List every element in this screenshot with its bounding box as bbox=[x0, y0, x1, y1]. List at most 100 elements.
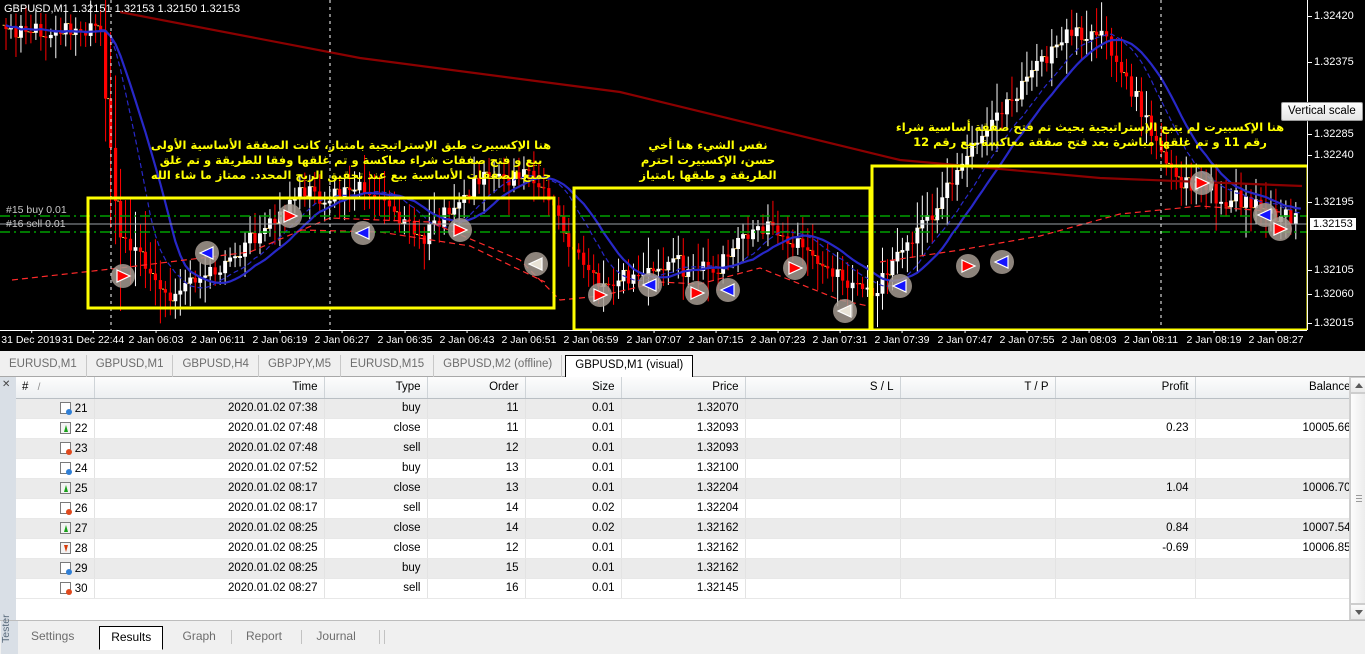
results-vertical-scrollbar[interactable] bbox=[1349, 377, 1365, 620]
tick-mark bbox=[1027, 330, 1028, 333]
horizontal-time-scale[interactable]: 31 Dec 201931 Dec 22:442 Jan 06:032 Jan … bbox=[0, 330, 1307, 351]
order-label-16: #16 sell 0.01 bbox=[6, 218, 66, 230]
cell-tp bbox=[900, 518, 1055, 538]
table-row[interactable]: 262020.01.02 08:17sell140.021.32204 bbox=[16, 498, 1357, 518]
table-row[interactable]: 282020.01.02 08:25close120.011.32162-0.6… bbox=[16, 538, 1357, 558]
tick-mark bbox=[218, 330, 219, 333]
column-header-num[interactable]: # / bbox=[16, 377, 94, 398]
chart-annotation-2: نفس الشيء هنا أخي حسن، الإكسبيرت احترم ا… bbox=[613, 138, 803, 183]
cell-sl bbox=[745, 418, 900, 438]
column-header-order[interactable]: Order bbox=[427, 377, 525, 398]
cell-balance bbox=[1195, 398, 1357, 418]
table-body: 212020.01.02 07:38buy110.011.32070222020… bbox=[16, 398, 1357, 598]
close-profit-icon bbox=[60, 422, 71, 434]
chart-tab-gbpusd-h4[interactable]: GBPUSD,H4 bbox=[173, 355, 258, 377]
scroll-up-button[interactable] bbox=[1350, 377, 1365, 393]
cell-time: 2020.01.02 08:17 bbox=[94, 498, 324, 518]
cell-time: 2020.01.02 08:17 bbox=[94, 478, 324, 498]
cell-profit: 1.04 bbox=[1055, 478, 1195, 498]
column-header-balance[interactable]: Balance bbox=[1195, 377, 1357, 398]
price-tick-4: 1.32240 bbox=[1314, 149, 1354, 161]
cell-profit bbox=[1055, 398, 1195, 418]
time-tick-label: 2 Jan 07:47 bbox=[938, 334, 993, 346]
close-loss-icon bbox=[60, 542, 71, 554]
cell-price: 1.32093 bbox=[621, 418, 745, 438]
column-header-tp[interactable]: T / P bbox=[900, 377, 1055, 398]
tab-results[interactable]: Results bbox=[99, 626, 163, 650]
cell-order: 12 bbox=[427, 438, 525, 458]
time-tick-label: 2 Jan 06:59 bbox=[564, 334, 619, 346]
row-number: 28 bbox=[75, 543, 88, 555]
time-tick-label: 2 Jan 07:39 bbox=[875, 334, 930, 346]
vertical-price-scale[interactable]: 1.32420 1.32375 1.32330 1.32285 1.32240 … bbox=[1307, 0, 1365, 330]
column-header-profit[interactable]: Profit bbox=[1055, 377, 1195, 398]
cell-order: 13 bbox=[427, 458, 525, 478]
column-header-time[interactable]: Time bbox=[94, 377, 324, 398]
tab-report[interactable]: Report bbox=[235, 626, 293, 648]
tick-mark bbox=[965, 330, 966, 333]
chart-tab-eurusd-m15[interactable]: EURUSD,M15 bbox=[341, 355, 434, 377]
tick-mark bbox=[342, 330, 343, 333]
results-table-panel: ✕ # / Time Type Order Size Price S / L T… bbox=[0, 377, 1365, 620]
chart-tab-gbpusd-m2-offline[interactable]: GBPUSD,M2 (offline) bbox=[434, 355, 562, 377]
table-row[interactable]: 292020.01.02 08:25buy150.011.32162 bbox=[16, 558, 1357, 578]
tab-separator bbox=[231, 630, 232, 644]
cell-balance bbox=[1195, 458, 1357, 478]
time-tick-17: 2 Jan 08:03 bbox=[1062, 334, 1117, 346]
time-tick-13: 2 Jan 07:31 bbox=[813, 334, 868, 346]
cell-tp bbox=[900, 478, 1055, 498]
table-row[interactable]: 242020.01.02 07:52buy130.011.32100 bbox=[16, 458, 1357, 478]
price-tick-8: 1.32015 bbox=[1314, 317, 1354, 329]
tab-settings[interactable]: Settings bbox=[20, 626, 85, 648]
cell-price: 1.32204 bbox=[621, 498, 745, 518]
order-open-sell-icon bbox=[60, 582, 71, 594]
time-tick-12: 2 Jan 07:23 bbox=[751, 334, 806, 346]
time-tick-label: 2 Jan 06:43 bbox=[440, 334, 495, 346]
time-tick-16: 2 Jan 07:55 bbox=[1000, 334, 1055, 346]
chart-tab-gbpusd-m1-visual[interactable]: GBPUSD,M1 (visual) bbox=[565, 355, 693, 378]
cell-price: 1.32093 bbox=[621, 438, 745, 458]
tick-mark bbox=[280, 330, 281, 333]
column-header-price[interactable]: Price bbox=[621, 377, 745, 398]
chart-tab-gbpjpy-m5[interactable]: GBPJPY,M5 bbox=[259, 355, 341, 377]
price-tick-7: 1.32060 bbox=[1314, 288, 1354, 300]
table-row[interactable]: 222020.01.02 07:48close110.011.320930.23… bbox=[16, 418, 1357, 438]
cell-type: buy bbox=[324, 398, 427, 418]
time-tick-15: 2 Jan 07:47 bbox=[938, 334, 993, 346]
time-tick-5: 2 Jan 06:27 bbox=[315, 334, 370, 346]
column-header-size[interactable]: Size bbox=[525, 377, 621, 398]
chart-annotation-3: هنا الإكسبيرت لم يتبع الإستراتيجية بحيث … bbox=[880, 120, 1300, 150]
column-header-sl[interactable]: S / L bbox=[745, 377, 900, 398]
close-icon[interactable]: ✕ bbox=[2, 380, 10, 390]
order-label-15: #15 buy 0.01 bbox=[6, 204, 67, 216]
column-header-type[interactable]: Type bbox=[324, 377, 427, 398]
scroll-down-button[interactable] bbox=[1350, 604, 1365, 620]
order-open-buy-icon bbox=[60, 462, 71, 474]
chart-tab-gbpusd-m1[interactable]: GBPUSD,M1 bbox=[87, 355, 174, 377]
chart-tab-eurusd-m1[interactable]: EURUSD,M1 bbox=[0, 355, 87, 377]
cell-tp bbox=[900, 558, 1055, 578]
cell-type: close bbox=[324, 518, 427, 538]
time-tick-label: 2 Jan 06:11 bbox=[191, 334, 245, 346]
price-tick-1: 1.32375 bbox=[1314, 56, 1354, 68]
cell-size: 0.02 bbox=[525, 498, 621, 518]
scrollbar-thumb[interactable] bbox=[1350, 393, 1365, 604]
table-row[interactable]: 252020.01.02 08:17close130.011.322041.04… bbox=[16, 478, 1357, 498]
table-row[interactable]: 212020.01.02 07:38buy110.011.32070 bbox=[16, 398, 1357, 418]
time-tick-9: 2 Jan 06:59 bbox=[564, 334, 619, 346]
tab-journal[interactable]: Journal bbox=[305, 626, 366, 648]
table-row[interactable]: 232020.01.02 07:48sell120.011.32093 bbox=[16, 438, 1357, 458]
tick-mark bbox=[902, 330, 903, 333]
time-tick-label: 2 Jan 08:27 bbox=[1249, 334, 1304, 346]
time-tick-label: 2 Jan 07:23 bbox=[751, 334, 806, 346]
tester-bottom-bar: Tester SettingsResultsGraphReportJournal bbox=[0, 620, 1365, 653]
time-tick-7: 2 Jan 06:43 bbox=[440, 334, 495, 346]
tab-graph[interactable]: Graph bbox=[172, 626, 227, 648]
table-row[interactable]: 302020.01.02 08:27sell160.011.32145 bbox=[16, 578, 1357, 598]
time-tick-2: 2 Jan 06:03 bbox=[129, 334, 184, 346]
chart-area[interactable]: GBPUSD,M1 1.32151 1.32153 1.32150 1.3215… bbox=[0, 0, 1365, 351]
cell-size: 0.02 bbox=[525, 518, 621, 538]
chart-tab-strip[interactable]: EURUSD,M1GBPUSD,M1GBPUSD,H4GBPJPY,M5EURU… bbox=[0, 351, 1365, 377]
chart-annotation-1: هنا الإكسبيرت طبق الإستراتيجية بامتياز، … bbox=[146, 138, 556, 183]
table-row[interactable]: 272020.01.02 08:25close140.021.321620.84… bbox=[16, 518, 1357, 538]
